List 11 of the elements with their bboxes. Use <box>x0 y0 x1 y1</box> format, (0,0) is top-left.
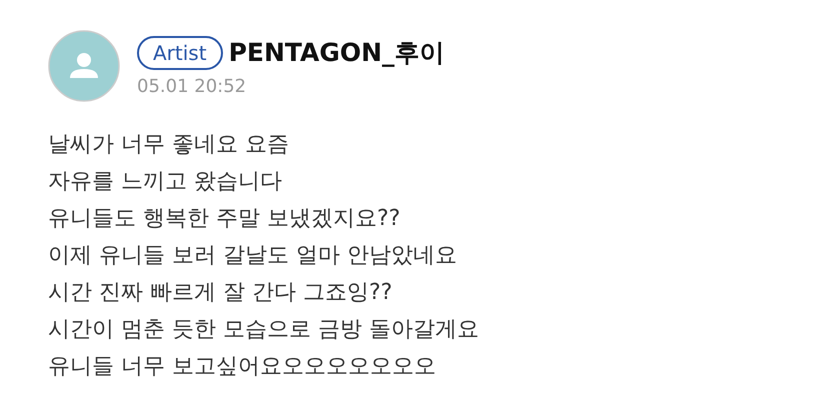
post-time: 05.01 20:52 <box>137 76 248 97</box>
author-name: PENTAGON_후이 <box>228 37 445 69</box>
post-text-line: 날씨가 너무 좋네요 요즘 <box>48 131 289 159</box>
artist-badge: Artist <box>137 36 223 70</box>
post-text-line: 시간이 멈춘 듯한 모습으로 금방 돌아갈게요 <box>48 316 479 344</box>
post-text-line: 유니들 너무 보고싶어요오오오오오오오 <box>48 353 436 381</box>
post-text-line: 시간 진짜 빠르게 잘 간다 그죠잉?? <box>48 279 392 307</box>
avatar-icon <box>48 30 120 102</box>
post-text-line: 이제 유니들 보러 갈날도 얼마 안남았네요 <box>48 242 457 270</box>
post-text-line: 자유를 느끼고 왔습니다 <box>48 168 282 196</box>
post-text-line: 유니들도 행복한 주말 보냈겠지요?? <box>48 205 400 233</box>
